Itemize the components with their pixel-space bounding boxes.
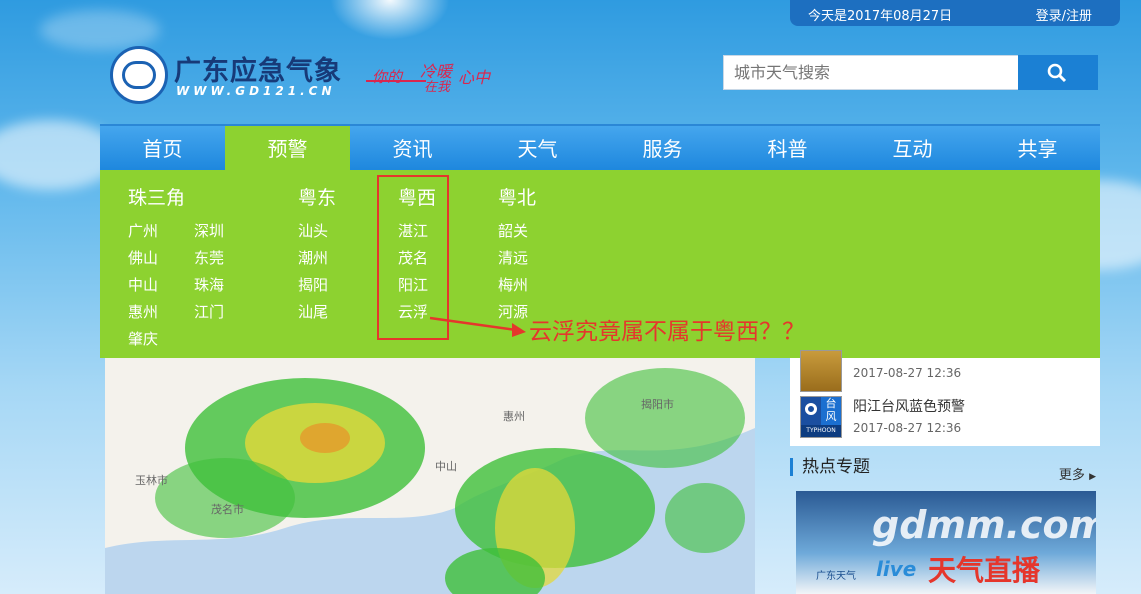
hot-topics-heading: 热点专题 [790, 458, 870, 476]
city-link[interactable]: 东莞 [194, 247, 224, 268]
watermark: gdmm.com [872, 503, 1096, 547]
banner-live: live [876, 557, 917, 581]
city-link[interactable]: 珠海 [194, 274, 224, 295]
radar-echo-image [105, 358, 755, 594]
arrow-icon [429, 316, 526, 337]
region-title-north[interactable]: 粤北 [498, 183, 536, 210]
warning-time: 2017-08-27 12:36 [853, 366, 962, 380]
radar-map[interactable]: 揭阳市 惠州 中山 玉林市 茂名市 [105, 358, 755, 594]
cloud-decoration [40, 10, 160, 50]
nav-weather[interactable]: 天气 [475, 126, 600, 172]
site-title: 广东应急气象 [174, 56, 342, 87]
banner-brand: 广东天气 [816, 571, 856, 582]
city-link[interactable]: 汕尾 [298, 301, 328, 322]
nav-science[interactable]: 科普 [725, 126, 850, 172]
map-label: 玉林市 [135, 474, 168, 487]
city-link[interactable]: 潮州 [298, 247, 328, 268]
hot-topic-banner[interactable]: gdmm.com 天气直播 广东天气 live [796, 491, 1096, 594]
map-label: 揭阳市 [641, 398, 674, 411]
main-nav: 首页 预警 资讯 天气 服务 科普 互动 共享 [100, 124, 1100, 172]
nav-home[interactable]: 首页 [100, 126, 225, 172]
region-title-prd[interactable]: 珠三角 [128, 183, 185, 210]
map-label: 惠州 [503, 410, 525, 423]
more-link[interactable]: 更多 ▶ [1059, 464, 1096, 483]
nav-news[interactable]: 资讯 [350, 126, 475, 172]
slogan: 你的 冷暖 在我 心中 [366, 58, 496, 98]
city-link[interactable]: 中山 [128, 274, 158, 295]
city-link[interactable]: 梅州 [498, 274, 528, 295]
city-link[interactable]: 佛山 [128, 247, 158, 268]
right-panel: 2017-08-27 12:36 台风 TYPHOON 阳江台风蓝色预警 201… [790, 350, 1100, 594]
sun-glow [330, 0, 450, 40]
banner-text: 天气直播 [928, 554, 1041, 587]
login-register-link[interactable]: 登录/注册 [1036, 5, 1092, 24]
city-link[interactable]: 韶关 [498, 220, 528, 241]
warning-time: 2017-08-27 12:36 [853, 421, 962, 435]
nav-warning[interactable]: 预警 [225, 126, 350, 172]
rainstorm-warning-icon[interactable] [800, 350, 842, 392]
annotation-text: 云浮究竟属不属于粤西？？ [529, 319, 805, 345]
city-link[interactable]: 汕头 [298, 220, 328, 241]
city-link[interactable]: 深圳 [194, 220, 224, 241]
nav-interaction[interactable]: 互动 [850, 126, 975, 172]
city-weather-search-input[interactable] [723, 55, 1019, 90]
region-title-east[interactable]: 粤东 [298, 183, 336, 210]
city-link[interactable]: 肇庆 [128, 328, 158, 349]
map-label: 茂名市 [211, 503, 244, 516]
top-bar: 今天是2017年08月27日 登录/注册 [790, 0, 1120, 26]
search-button[interactable] [1018, 55, 1098, 90]
warning-title[interactable]: 阳江台风蓝色预警 [853, 396, 965, 416]
site-url: WWW.GD121.CN [176, 84, 336, 98]
city-link[interactable]: 清远 [498, 247, 528, 268]
today-date: 今天是2017年08月27日 [808, 9, 953, 24]
typhoon-warning-icon[interactable]: 台风 TYPHOON [800, 396, 842, 438]
triangle-right-icon: ▶ [1089, 472, 1096, 482]
city-link[interactable]: 惠州 [128, 301, 158, 322]
city-link[interactable]: 广州 [128, 220, 158, 241]
city-link[interactable]: 揭阳 [298, 274, 328, 295]
city-link[interactable]: 江门 [194, 301, 224, 322]
search-icon [1047, 63, 1067, 83]
logo-icon[interactable] [110, 46, 168, 104]
nav-share[interactable]: 共享 [975, 126, 1100, 172]
map-label: 中山 [435, 460, 457, 473]
warning-list: 2017-08-27 12:36 台风 TYPHOON 阳江台风蓝色预警 201… [790, 350, 1100, 446]
nav-service[interactable]: 服务 [600, 126, 725, 172]
